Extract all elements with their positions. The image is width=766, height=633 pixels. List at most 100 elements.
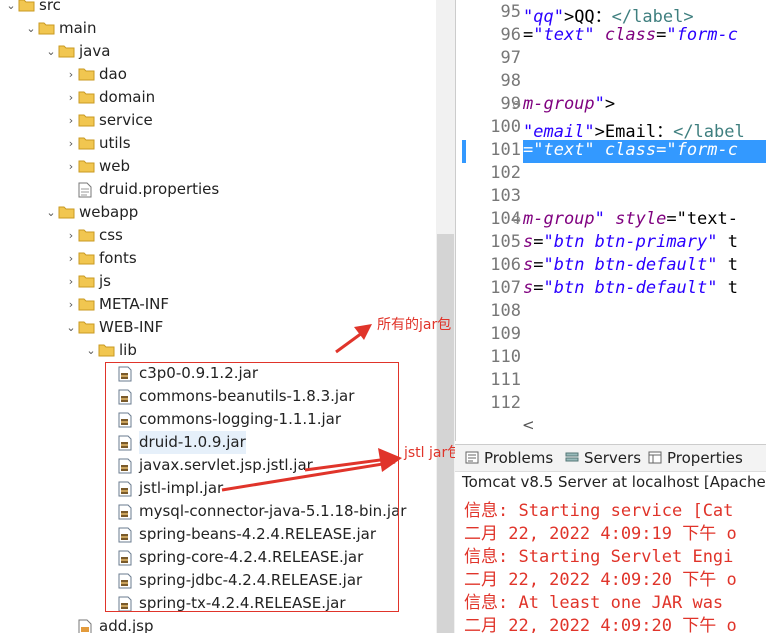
tree-item[interactable]: › domain bbox=[64, 86, 155, 109]
code-token: "qq" bbox=[523, 7, 564, 27]
panel-tabs: Problems Servers Properties bbox=[455, 445, 766, 472]
console-line: 信息: Starting Servlet Engi bbox=[464, 547, 734, 567]
tab-servers[interactable]: Servers bbox=[565, 449, 641, 467]
line-number: 101 bbox=[490, 140, 521, 160]
folder-icon bbox=[78, 109, 96, 132]
chevron-down-icon[interactable]: ⌄ bbox=[84, 339, 98, 362]
editor-horizontal-scrollbar[interactable]: < bbox=[510, 416, 766, 438]
tree-item[interactable]: › js bbox=[64, 270, 111, 293]
code-token: </label bbox=[673, 122, 745, 142]
code-line: s="btn btn-default" t bbox=[523, 278, 738, 298]
code-editor[interactable]: 95 "qq">QQ：</label> 96 ="text" class="form-… bbox=[455, 0, 766, 441]
code-token: t bbox=[717, 278, 738, 298]
code-line: ="text" class="form-c bbox=[523, 140, 738, 160]
line-number: 107 bbox=[490, 278, 521, 298]
code-token: "form-c bbox=[666, 25, 739, 45]
fold-toggle-icon[interactable]: ⊖ bbox=[512, 98, 521, 111]
chevron-right-icon[interactable]: › bbox=[64, 247, 78, 270]
tree-item[interactable]: › utils bbox=[64, 132, 131, 155]
code-token: >QQ： bbox=[563, 7, 612, 27]
line-number: 108 bbox=[490, 301, 521, 321]
tree-item[interactable]: › META-INF bbox=[64, 293, 169, 316]
line-number: 105 bbox=[490, 232, 521, 252]
code-token: </label> bbox=[611, 7, 694, 27]
scroll-left-arrow-icon[interactable]: < bbox=[522, 416, 535, 434]
jsp-file-icon bbox=[78, 615, 96, 633]
code-token: ="text- bbox=[666, 209, 738, 229]
code-token: = bbox=[523, 25, 534, 45]
tree-item-label: utils bbox=[99, 134, 131, 152]
line-number: 97 bbox=[500, 48, 521, 68]
tree-item[interactable]: ⌄ WEB-INF bbox=[64, 316, 163, 339]
annotation-jstl-jars: jstl jar包 bbox=[404, 445, 462, 461]
tree-item-label: fonts bbox=[99, 249, 137, 267]
line-number: 112 bbox=[490, 393, 521, 413]
code-token: s bbox=[523, 278, 534, 298]
tab-label: Servers bbox=[584, 449, 642, 467]
code-token: = bbox=[656, 25, 667, 45]
folder-icon bbox=[18, 0, 36, 17]
code-token: = bbox=[656, 140, 667, 160]
tab-label: Problems bbox=[484, 449, 554, 467]
fold-toggle-icon[interactable]: ⊖ bbox=[512, 213, 521, 226]
chevron-right-icon[interactable]: › bbox=[64, 155, 78, 178]
tab-problems[interactable]: Problems bbox=[465, 449, 553, 467]
chevron-down-icon[interactable]: ⌄ bbox=[44, 40, 58, 63]
console-line: 二月 22, 2022 4:09:20 下午 o bbox=[464, 570, 737, 590]
tree-item[interactable]: add.jsp bbox=[64, 615, 154, 633]
chevron-down-icon[interactable]: ⌄ bbox=[24, 17, 38, 40]
line-number: 96 bbox=[500, 25, 521, 45]
chevron-right-icon[interactable]: › bbox=[64, 109, 78, 132]
tab-properties[interactable]: Properties bbox=[648, 449, 743, 467]
folder-icon bbox=[78, 132, 96, 155]
tree-scrollbar-thumb[interactable] bbox=[437, 234, 454, 633]
chevron-right-icon[interactable]: › bbox=[64, 293, 78, 316]
chevron-right-icon[interactable]: › bbox=[64, 132, 78, 155]
chevron-right-icon[interactable]: › bbox=[64, 270, 78, 293]
chevron-down-icon[interactable]: ⌄ bbox=[4, 0, 18, 17]
code-line: ="text" class="form-c bbox=[523, 25, 738, 45]
console-line: 二月 22, 2022 4:09:19 下午 o bbox=[464, 524, 737, 544]
code-token: m-group bbox=[523, 94, 595, 114]
tree-item[interactable]: ⌄ src bbox=[4, 0, 61, 17]
line-number: 100 bbox=[490, 117, 521, 137]
tree-item-label: druid.properties bbox=[99, 180, 220, 198]
line-number: 106 bbox=[490, 255, 521, 275]
tree-item[interactable]: druid.properties bbox=[64, 178, 219, 201]
code-token: > bbox=[604, 94, 616, 114]
line-number: 102 bbox=[490, 163, 521, 183]
line-number: 111 bbox=[490, 370, 521, 390]
tree-item[interactable]: › dao bbox=[64, 63, 127, 86]
code-token: "email" bbox=[523, 122, 595, 142]
tree-item[interactable]: ⌄ webapp bbox=[44, 201, 138, 224]
tree-item[interactable]: ⌄ lib bbox=[84, 339, 136, 362]
tree-item-label: java bbox=[79, 42, 111, 60]
tree-item[interactable]: › fonts bbox=[64, 247, 137, 270]
annotation-all-jars: 所有的jar包 bbox=[377, 317, 452, 333]
tree-item[interactable]: ⌄ main bbox=[24, 17, 96, 40]
tree-item[interactable]: › service bbox=[64, 109, 153, 132]
tree-item[interactable]: › css bbox=[64, 224, 123, 247]
chevron-right-icon[interactable]: › bbox=[64, 63, 78, 86]
folder-icon bbox=[78, 224, 96, 247]
code-line: "email">Email：</label bbox=[523, 117, 745, 142]
chevron-right-icon[interactable]: › bbox=[64, 224, 78, 247]
tree-item-label: add.jsp bbox=[99, 617, 154, 633]
code-token: "text" bbox=[533, 140, 595, 160]
folder-icon bbox=[78, 247, 96, 270]
code-token: m-group bbox=[523, 209, 595, 229]
code-line: s="btn btn-default" t bbox=[523, 255, 738, 275]
tree-item[interactable]: › web bbox=[64, 155, 130, 178]
tree-item-label: META-INF bbox=[99, 295, 170, 313]
tree-item-label: service bbox=[99, 111, 153, 129]
code-token: s bbox=[523, 232, 534, 252]
chevron-down-icon[interactable]: ⌄ bbox=[64, 316, 78, 339]
code-token: style bbox=[615, 209, 667, 229]
tree-item[interactable]: ⌄ java bbox=[44, 40, 110, 63]
chevron-right-icon[interactable]: › bbox=[64, 86, 78, 109]
chevron-down-icon[interactable]: ⌄ bbox=[44, 201, 58, 224]
code-token: "btn btn-primary" bbox=[543, 232, 718, 252]
code-token: = bbox=[523, 140, 534, 160]
